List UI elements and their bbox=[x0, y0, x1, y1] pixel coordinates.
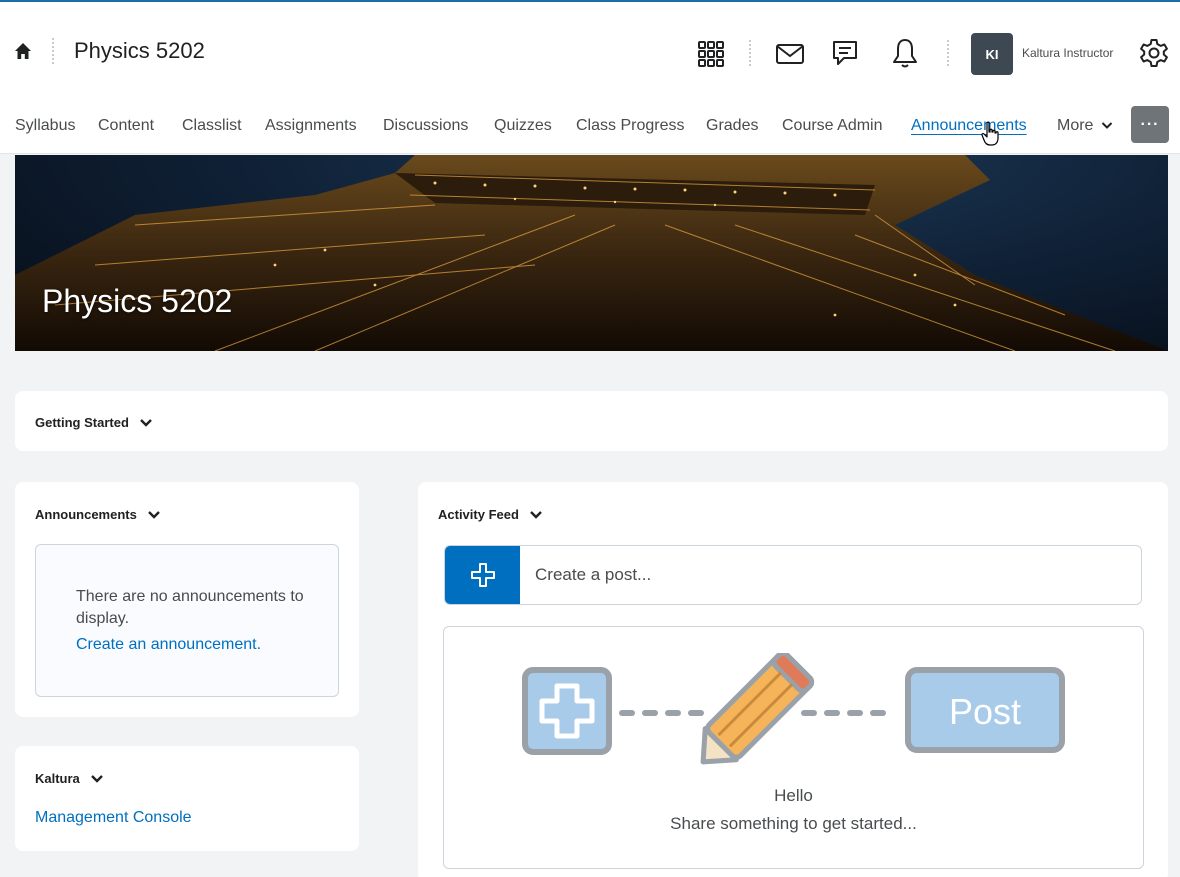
banner-title: Physics 5202 bbox=[42, 283, 233, 319]
nav-item-announcements[interactable]: Announcements bbox=[911, 117, 1027, 135]
chevron-down-icon bbox=[1101, 122, 1113, 130]
illustration-post-label: Post bbox=[949, 691, 1021, 732]
activity-feed-heading[interactable]: Activity Feed bbox=[438, 507, 543, 522]
empty-state-hello: Hello bbox=[774, 786, 813, 805]
announcements-empty-text: There are no announcements to display. bbox=[76, 588, 304, 627]
announcements-heading[interactable]: Announcements bbox=[35, 507, 161, 522]
eiffel-tower-image bbox=[15, 155, 1168, 351]
announcements-widget: Announcements There are no announcements… bbox=[15, 482, 359, 717]
activity-feed-widget: Activity Feed Create a post... Post Hell… bbox=[418, 482, 1168, 877]
home-icon[interactable] bbox=[14, 42, 32, 60]
create-post-button[interactable] bbox=[445, 546, 520, 604]
avatar[interactable]: KI bbox=[971, 33, 1013, 75]
top-bar: Physics 5202 KI Kaltura Instructor bbox=[0, 0, 1180, 100]
kaltura-title: Kaltura bbox=[35, 771, 80, 786]
create-post-input[interactable]: Create a post... bbox=[444, 545, 1142, 605]
chat-icon[interactable] bbox=[830, 38, 860, 70]
course-navbar: Syllabus Content Classlist Assignments D… bbox=[0, 100, 1180, 154]
bell-icon[interactable] bbox=[891, 37, 919, 69]
divider bbox=[749, 40, 751, 66]
chevron-down-icon bbox=[147, 510, 160, 519]
nav-item-discussions[interactable]: Discussions bbox=[383, 117, 468, 135]
activity-feed-empty-state: Post Hello Share something to get starte… bbox=[443, 626, 1144, 869]
hand-cursor-icon bbox=[981, 121, 999, 146]
announcements-title: Announcements bbox=[35, 507, 137, 522]
getting-started-title: Getting Started bbox=[35, 415, 129, 430]
kaltura-widget: Kaltura Management Console bbox=[15, 746, 359, 851]
chevron-down-icon bbox=[90, 774, 103, 783]
nav-item-syllabus[interactable]: Syllabus bbox=[15, 117, 75, 135]
create-post-illustration: Post bbox=[522, 653, 1065, 765]
create-announcement-link[interactable]: Create an announcement. bbox=[76, 636, 261, 654]
course-banner: Physics 5202 bbox=[15, 155, 1168, 351]
getting-started-widget: Getting Started bbox=[15, 391, 1168, 451]
nav-item-assignments[interactable]: Assignments bbox=[265, 117, 357, 135]
nav-item-grades[interactable]: Grades bbox=[706, 117, 758, 135]
nav-item-more[interactable]: More bbox=[1057, 117, 1113, 135]
chevron-down-icon bbox=[530, 510, 542, 519]
apps-grid-icon[interactable] bbox=[697, 40, 725, 68]
nav-item-classlist[interactable]: Classlist bbox=[182, 117, 242, 135]
user-name[interactable]: Kaltura Instructor bbox=[1022, 46, 1113, 60]
nav-more-label: More bbox=[1057, 117, 1094, 134]
course-title[interactable]: Physics 5202 bbox=[74, 38, 205, 64]
nav-item-course-admin[interactable]: Course Admin bbox=[782, 117, 883, 135]
activity-feed-title: Activity Feed bbox=[438, 507, 519, 522]
nav-overflow-button[interactable]: ··· bbox=[1131, 106, 1169, 143]
kaltura-heading[interactable]: Kaltura bbox=[35, 771, 104, 786]
nav-item-content[interactable]: Content bbox=[98, 117, 154, 135]
gear-icon[interactable] bbox=[1138, 37, 1170, 69]
plus-icon bbox=[470, 563, 495, 587]
divider bbox=[947, 40, 949, 66]
getting-started-heading[interactable]: Getting Started bbox=[35, 415, 153, 430]
management-console-link[interactable]: Management Console bbox=[35, 809, 192, 827]
nav-item-class-progress[interactable]: Class Progress bbox=[576, 117, 684, 135]
empty-state-share-text: Share something to get started... bbox=[670, 814, 917, 833]
announcements-empty-box: There are no announcements to display. C… bbox=[35, 544, 339, 697]
create-post-placeholder: Create a post... bbox=[535, 565, 652, 584]
mail-icon[interactable] bbox=[775, 42, 805, 66]
chevron-down-icon bbox=[140, 418, 152, 427]
nav-item-quizzes[interactable]: Quizzes bbox=[494, 117, 552, 135]
divider bbox=[52, 38, 54, 64]
